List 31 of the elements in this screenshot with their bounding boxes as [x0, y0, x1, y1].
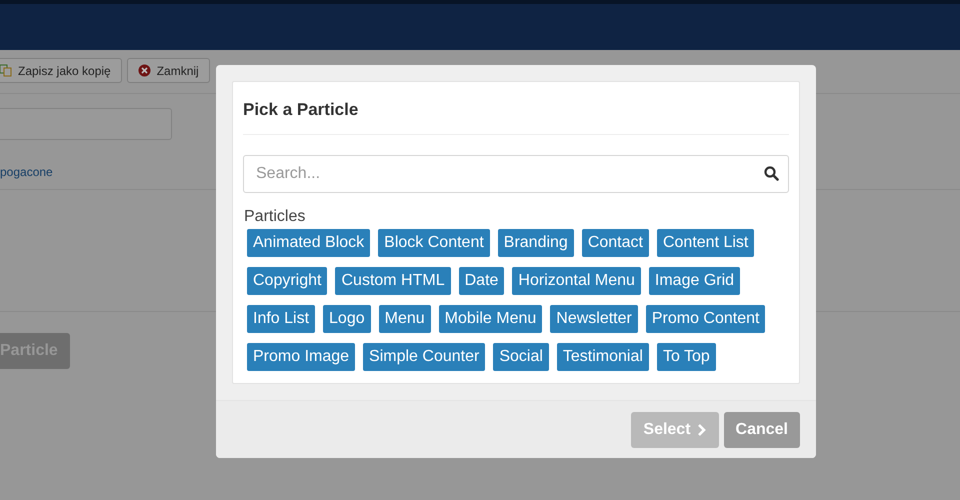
search-icon[interactable]	[764, 166, 779, 181]
particle-tag[interactable]: Block Content	[378, 229, 490, 257]
particle-tag[interactable]: Social	[493, 343, 549, 371]
cancel-button[interactable]: Cancel	[724, 412, 800, 448]
particle-tag[interactable]: Promo Image	[247, 343, 356, 371]
particle-tag[interactable]: Newsletter	[550, 305, 638, 333]
section-label: Particles	[244, 208, 306, 226]
particle-tag[interactable]: To Top	[656, 343, 716, 371]
copy-icon	[0, 64, 12, 77]
particle-tag[interactable]: Testimonial	[556, 343, 649, 371]
particle-tag[interactable]: Simple Counter	[363, 343, 486, 371]
particle-tag[interactable]: Content List	[656, 229, 754, 257]
particle-tag[interactable]: Date	[458, 267, 504, 295]
particle-tag[interactable]: Menu	[378, 305, 431, 333]
toolbar-button[interactable]: Zapisz jako kopię	[0, 58, 122, 83]
particle-tag[interactable]: Animated Block	[247, 229, 370, 257]
particle-tag[interactable]: Branding	[498, 229, 574, 257]
close-icon	[138, 64, 151, 77]
particle-tag[interactable]: Copyright	[247, 267, 328, 295]
particle-tag[interactable]: Logo	[323, 305, 371, 333]
particle-tag[interactable]: Image Grid	[648, 267, 740, 295]
particle-tag[interactable]: Contact	[582, 229, 649, 257]
particle-tag[interactable]: Mobile Menu	[438, 305, 542, 333]
chevron-icon	[696, 424, 707, 436]
particle-tag[interactable]: Horizontal Menu	[512, 267, 641, 295]
toolbar-button[interactable]: Zamknij	[126, 58, 210, 83]
particle-tag[interactable]: Custom HTML	[335, 267, 451, 295]
search-field[interactable]: Search...	[243, 155, 789, 193]
particle-tag[interactable]: Promo Content	[646, 305, 766, 333]
particle-tag[interactable]: Info List	[247, 305, 316, 333]
modal-title: Pick a Particle	[243, 82, 789, 135]
